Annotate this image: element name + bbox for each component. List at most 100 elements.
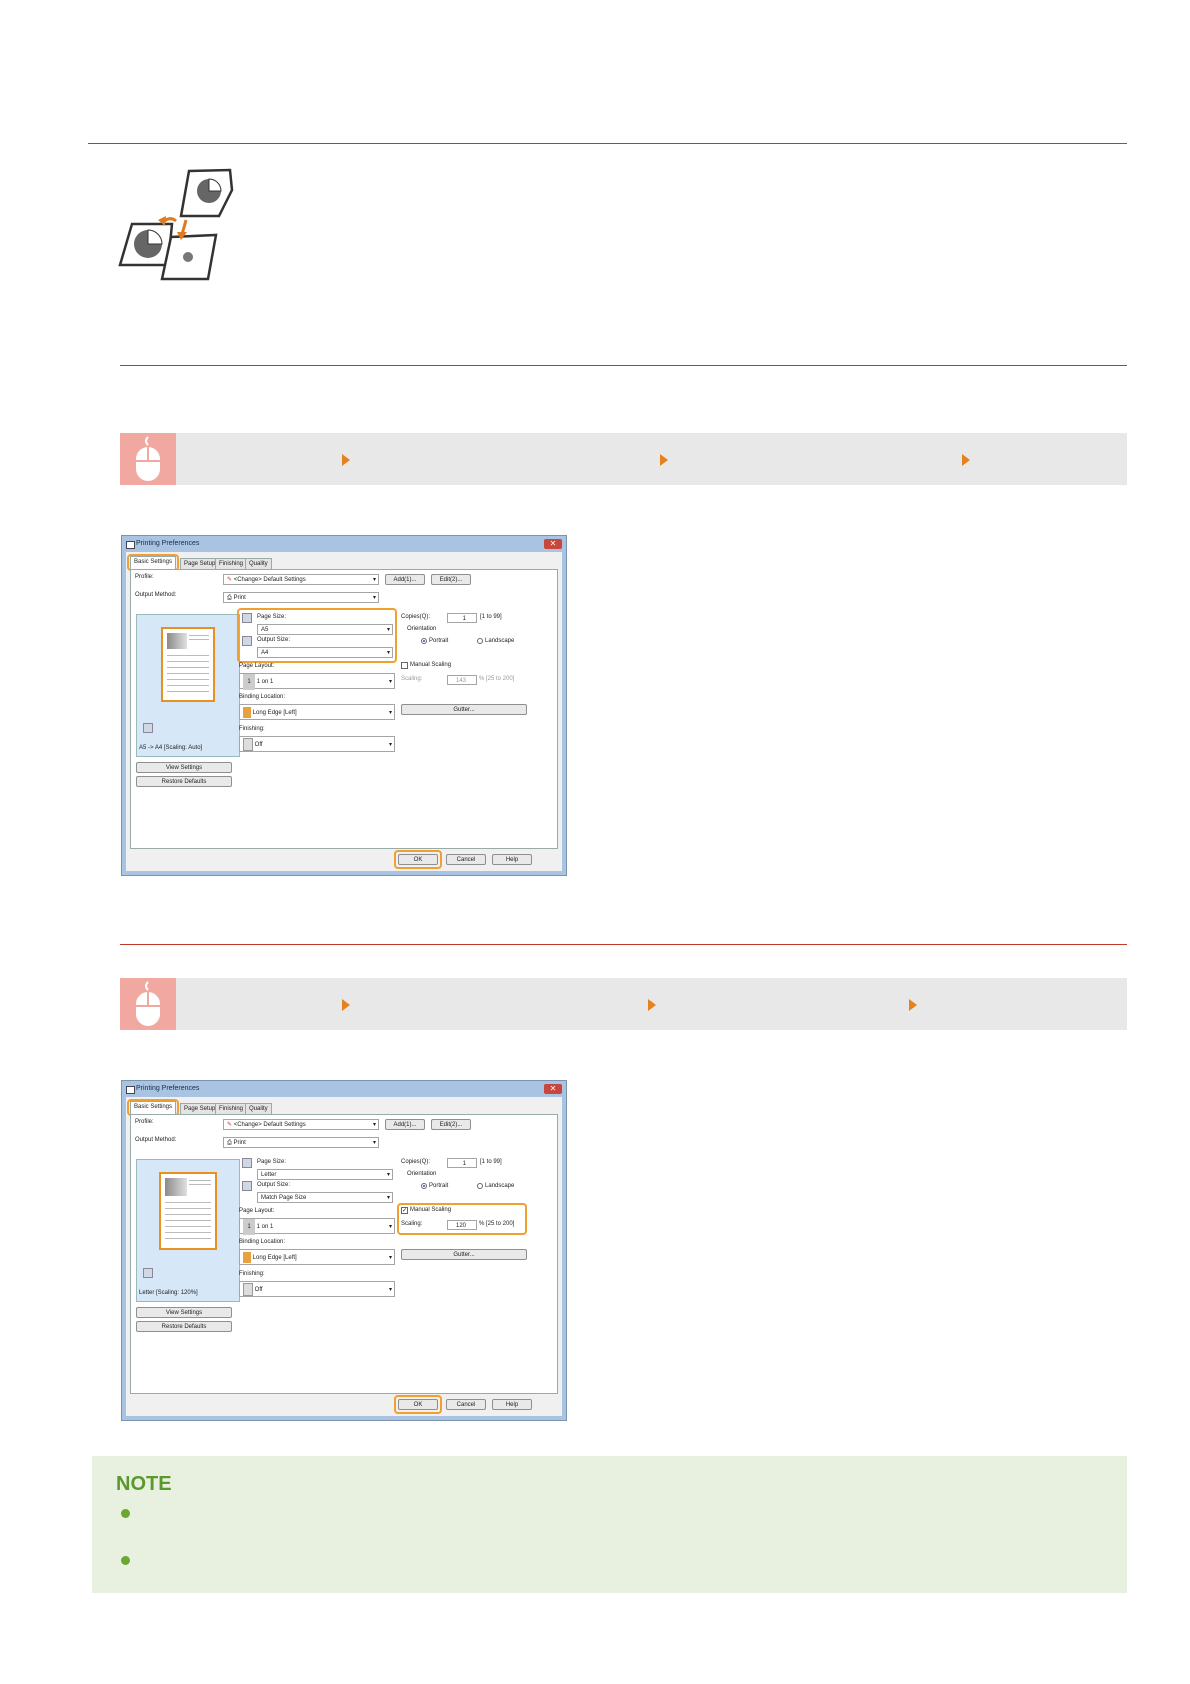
page-size-label: Page Size: xyxy=(257,1159,287,1165)
page-layout-value: 1 on 1 xyxy=(256,679,274,685)
help-button[interactable]: Help xyxy=(492,854,532,865)
binding-location-select[interactable]: Long Edge [Left] xyxy=(239,704,395,721)
binding-location-select[interactable]: Long Edge [Left] xyxy=(239,1249,395,1266)
finishing-icon xyxy=(243,737,253,751)
copies-input[interactable]: 1 xyxy=(447,1158,477,1168)
page-layout-number: 1 xyxy=(243,674,255,690)
close-button[interactable]: ✕ xyxy=(544,1084,562,1094)
print-preview: Letter [Scaling: 120%] xyxy=(136,1159,240,1302)
output-size-icon xyxy=(242,1181,252,1191)
restore-defaults-button[interactable]: Restore Defaults xyxy=(136,776,232,787)
step-arrow-icon xyxy=(342,454,350,466)
binding-icon xyxy=(243,706,251,718)
profile-label: Profile: xyxy=(135,574,154,580)
gutter-button[interactable]: Gutter... xyxy=(401,1249,527,1260)
orientation-label: Orientation xyxy=(407,1171,437,1177)
section-divider-1 xyxy=(120,365,1127,366)
bullet-icon xyxy=(121,1509,130,1518)
page-layout-select[interactable]: 1 1 on 1 xyxy=(239,1218,395,1235)
landscape-label: Landscape xyxy=(485,638,515,644)
printer-icon xyxy=(126,1086,135,1094)
basic-settings-panel: Profile: ✎ <Change> Default Settings Add… xyxy=(130,1114,558,1394)
restore-defaults-button[interactable]: Restore Defaults xyxy=(136,1321,232,1332)
step-arrow-icon xyxy=(648,999,656,1011)
scaling-highlight xyxy=(397,1203,527,1235)
ok-highlight xyxy=(394,850,442,869)
finishing-select[interactable]: Off xyxy=(239,736,395,753)
add-profile-button[interactable]: Add(1)... xyxy=(385,574,425,585)
portrait-label: Portrait xyxy=(429,638,449,644)
printing-preferences-dialog-1: Printing Preferences ✕ Basic Settings Pa… xyxy=(121,535,567,876)
small-page-bottom xyxy=(160,233,218,281)
ok-highlight xyxy=(394,1395,442,1414)
finishing-select[interactable]: Off xyxy=(239,1281,395,1298)
output-method-label: Output Method: xyxy=(135,1137,177,1143)
view-settings-button[interactable]: View Settings xyxy=(136,1307,232,1318)
print-preview: A5 -> A4 [Scaling: Auto] xyxy=(136,614,240,757)
copies-label: Copies(Q): xyxy=(401,614,431,620)
cancel-button[interactable]: Cancel xyxy=(446,854,486,865)
printer-icon xyxy=(143,1268,153,1278)
profile-value: <Change> Default Settings xyxy=(233,1122,306,1128)
landscape-radio[interactable] xyxy=(477,1183,483,1189)
step-arrow-icon xyxy=(342,999,350,1011)
output-method-value: Print xyxy=(233,595,246,601)
size-highlight xyxy=(237,608,397,663)
edit-profile-button[interactable]: Edit(2)... xyxy=(431,574,471,585)
printer-icon xyxy=(126,541,135,549)
gutter-button[interactable]: Gutter... xyxy=(401,704,527,715)
scaling-range: % [25 to 200] xyxy=(479,676,515,682)
binding-icon xyxy=(243,1251,251,1263)
dialog-body: Basic Settings Page Setup Finishing Qual… xyxy=(126,1097,562,1416)
output-size-select[interactable]: Match Page Size xyxy=(257,1192,393,1204)
manual-scaling-checkbox[interactable] xyxy=(401,662,408,669)
page-layout-select[interactable]: 1 1 on 1 xyxy=(239,673,395,690)
step-arrow-icon xyxy=(660,454,668,466)
finishing-value: Off xyxy=(254,1287,263,1293)
scaling-input[interactable]: 143 xyxy=(447,675,477,685)
step-arrow-icon xyxy=(909,999,917,1011)
binding-location-label: Binding Location: xyxy=(239,1239,286,1245)
dialog-title: Printing Preferences xyxy=(136,1085,200,1092)
binding-location-value: Long Edge [Left] xyxy=(252,1255,297,1261)
note-title: NOTE xyxy=(116,1473,172,1495)
bullet-icon xyxy=(121,1556,130,1565)
section-divider-2 xyxy=(120,944,1127,945)
copies-range: [1 to 99] xyxy=(480,1159,502,1165)
section-divider-top xyxy=(88,143,1127,144)
help-button[interactable]: Help xyxy=(492,1399,532,1410)
output-size-label: Output Size: xyxy=(257,1182,291,1188)
mouse-icon xyxy=(120,433,176,485)
portrait-radio[interactable] xyxy=(421,1183,427,1189)
manual-scaling-label: Manual Scaling xyxy=(410,662,452,668)
page-size-icon xyxy=(242,1158,252,1168)
portrait-radio[interactable] xyxy=(421,638,427,644)
output-method-select[interactable]: ⎙ Print xyxy=(223,1137,379,1149)
copies-label: Copies(Q): xyxy=(401,1159,431,1165)
page-layout-value: 1 on 1 xyxy=(256,1224,274,1230)
output-method-value: Print xyxy=(233,1140,246,1146)
preview-page xyxy=(159,1172,217,1250)
page-size-select[interactable]: Letter xyxy=(257,1169,393,1181)
page-scaling-icon xyxy=(118,168,234,281)
page-layout-number: 1 xyxy=(243,1219,255,1235)
view-settings-button[interactable]: View Settings xyxy=(136,762,232,773)
copies-input[interactable]: 1 xyxy=(447,613,477,623)
cancel-button[interactable]: Cancel xyxy=(446,1399,486,1410)
close-button[interactable]: ✕ xyxy=(544,539,562,549)
output-method-select[interactable]: ⎙ Print xyxy=(223,592,379,604)
finishing-value: Off xyxy=(254,742,263,748)
dialog-body: Basic Settings Page Setup Finishing Qual… xyxy=(126,552,562,871)
preview-page xyxy=(161,627,215,702)
add-profile-button[interactable]: Add(1)... xyxy=(385,1119,425,1130)
output-method-label: Output Method: xyxy=(135,592,177,598)
profile-select[interactable]: ✎ <Change> Default Settings xyxy=(223,574,379,586)
printing-preferences-dialog-2: Printing Preferences ✕ Basic Settings Pa… xyxy=(121,1080,567,1421)
profile-select[interactable]: ✎ <Change> Default Settings xyxy=(223,1119,379,1131)
landscape-radio[interactable] xyxy=(477,638,483,644)
finishing-icon xyxy=(243,1282,253,1296)
profile-label: Profile: xyxy=(135,1119,154,1125)
edit-profile-button[interactable]: Edit(2)... xyxy=(431,1119,471,1130)
profile-value: <Change> Default Settings xyxy=(233,577,306,583)
printer-icon xyxy=(143,723,153,733)
